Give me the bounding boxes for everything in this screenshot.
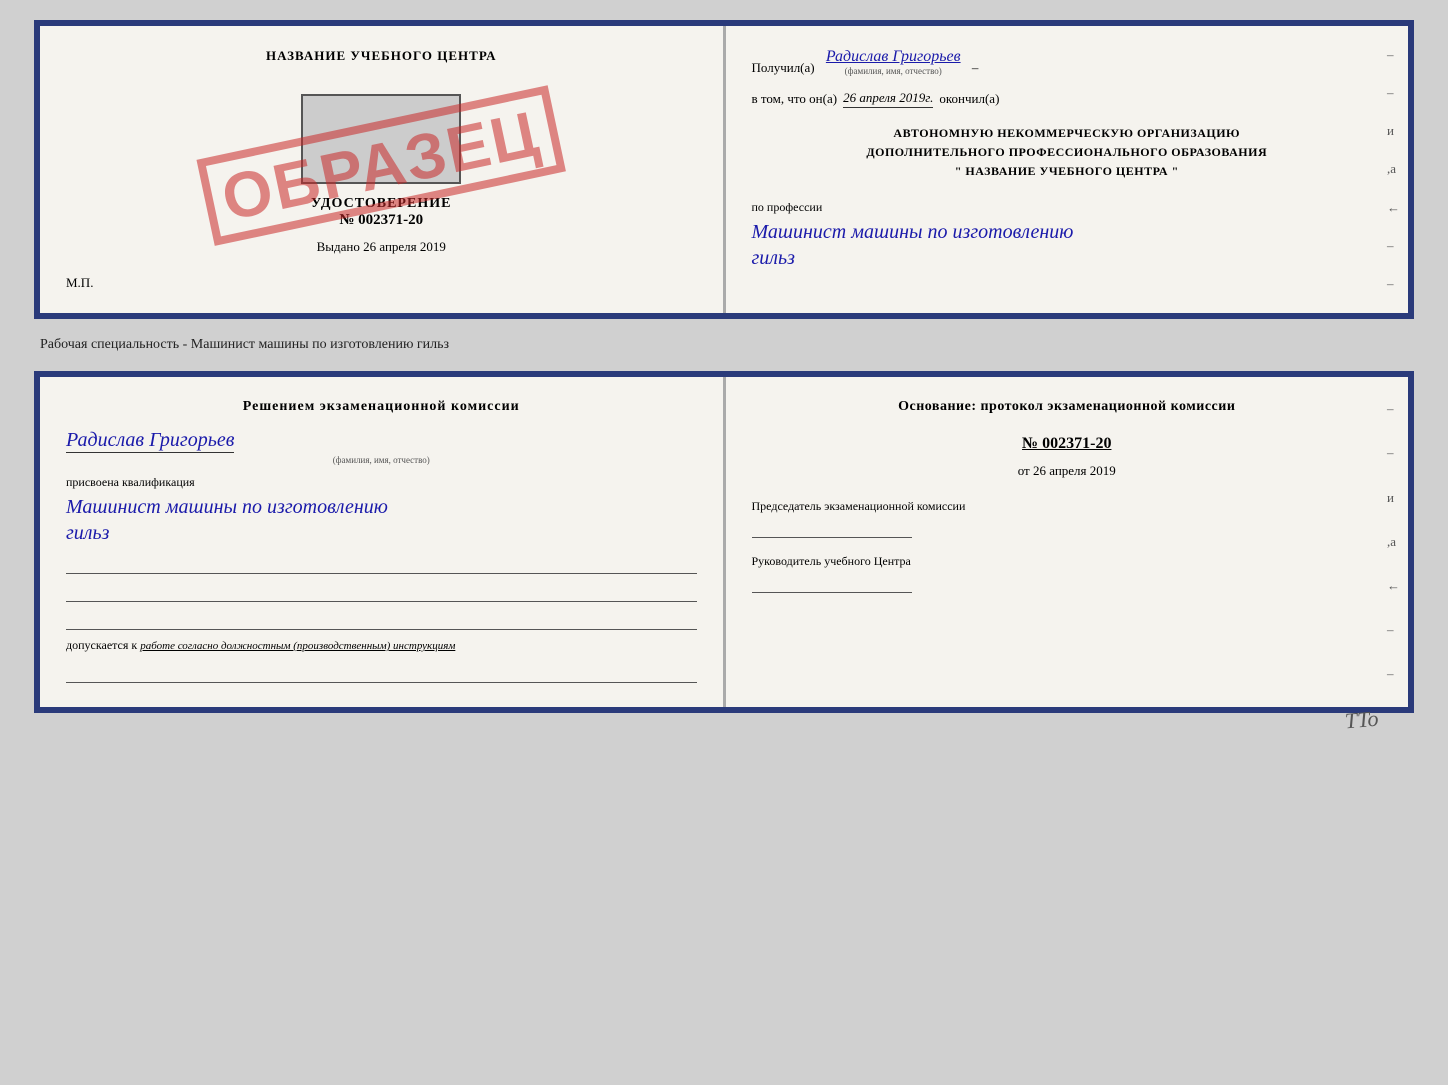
poluchil-name: Радислав Григорьев	[826, 48, 961, 66]
side-dash-r5: ←	[1387, 573, 1400, 599]
poluchil-prefix: Получил(а)	[752, 60, 815, 76]
mp-label: М.П.	[66, 275, 697, 291]
dopuskaetsya-text: работе согласно должностным (производств…	[140, 640, 455, 652]
profession-line2: гильз	[752, 247, 795, 269]
qual-line2: гильз	[66, 522, 109, 544]
poluchil-row: Получил(а) Радислав Григорьев (фамилия, …	[752, 48, 1383, 76]
side-dash-1: –	[1387, 42, 1400, 68]
card2-left: Решением экзаменационной комиссии Радисл…	[40, 377, 726, 707]
osnovanie-title: Основание: протокол экзаменационной коми…	[752, 399, 1383, 415]
qualification-name: Машинист машины по изготовлению гильз	[66, 494, 697, 546]
dash1: –	[972, 60, 979, 76]
underline-4	[66, 663, 697, 683]
name-block: Радислав Григорьев (фамилия, имя, отчест…	[66, 429, 697, 465]
card1-right: Получил(а) Радислав Григорьев (фамилия, …	[726, 26, 1409, 313]
certificate-card-2: Решением экзаменационной комиссии Радисл…	[34, 371, 1414, 713]
vtom-suffix: окончил(а)	[939, 91, 999, 107]
predsedatel-signature-line	[752, 520, 912, 538]
side-dash-2: –	[1387, 80, 1400, 106]
org-quote-close: "	[1172, 164, 1179, 178]
card2-right: Основание: протокол экзаменационной коми…	[726, 377, 1409, 707]
predsedatel-block: Председатель экзаменационной комиссии	[752, 497, 1383, 538]
fio-hint-1: (фамилия, имя, отчество)	[845, 66, 942, 76]
qual-line1: Машинист машины по изготовлению	[66, 496, 388, 518]
side-dash-3: и	[1387, 118, 1400, 144]
vydano-label: Выдано	[317, 239, 360, 254]
side-dash-6: –	[1387, 233, 1400, 259]
side-dash-r1: –	[1387, 396, 1400, 422]
side-dash-5: ←	[1387, 195, 1400, 221]
underline-2	[66, 582, 697, 602]
protocol-number: № 002371-20	[752, 435, 1383, 453]
vtom-date: 26 апреля 2019г.	[843, 90, 933, 108]
certificate-photo-box	[301, 94, 461, 184]
side-dash-r3: и	[1387, 485, 1400, 511]
tto-mark: TTo	[1343, 706, 1379, 735]
separator-text: Рабочая специальность - Машинист машины …	[20, 337, 449, 353]
org-block: АВТОНОМНУЮ НЕКОММЕРЧЕСКУЮ ОРГАНИЗАЦИЮ ДО…	[752, 124, 1383, 182]
side-dash-7: –	[1387, 271, 1400, 297]
profession-name: Машинист машины по изготовлению гильз	[752, 219, 1383, 271]
org-name-row: " НАЗВАНИЕ УЧЕБНОГО ЦЕНТРА "	[752, 162, 1383, 181]
org-name: НАЗВАНИЕ УЧЕБНОГО ЦЕНТРА	[965, 164, 1168, 178]
rukovoditel-signature-line	[752, 575, 912, 593]
resheniem-title: Решением экзаменационной комиссии	[66, 399, 697, 415]
dopuskaetsya-row: допускается к работе согласно должностны…	[66, 638, 697, 655]
cert-number: № 002371-20	[66, 212, 697, 229]
side-dash-r4: ,а	[1387, 529, 1400, 555]
underline-1	[66, 554, 697, 574]
ot-date: 26 апреля 2019	[1033, 463, 1116, 478]
vydano-row: Выдано 26 апреля 2019	[66, 239, 697, 255]
org-line2: ДОПОЛНИТЕЛЬНОГО ПРОФЕССИОНАЛЬНОГО ОБРАЗО…	[752, 143, 1383, 162]
side-dash-r6: –	[1387, 617, 1400, 643]
fio-hint-2: (фамилия, имя, отчество)	[66, 455, 697, 465]
side-dash-4: ,а	[1387, 156, 1400, 182]
side-decorations-2: – – и ,а ← – –	[1387, 377, 1400, 707]
vtom-row: в том, что он(а) 26 апреля 2019г. окончи…	[752, 90, 1383, 108]
applicant-name: Радислав Григорьев	[66, 429, 234, 453]
prisvoyena-label: присвоена квалификация	[66, 475, 697, 490]
certificate-card-1: НАЗВАНИЕ УЧЕБНОГО ЦЕНТРА УДОСТОВЕРЕНИЕ №…	[34, 20, 1414, 319]
side-decorations-1: – – и ,а ← – –	[1387, 26, 1400, 313]
vtom-prefix: в том, что он(а)	[752, 91, 838, 107]
cert-label: УДОСТОВЕРЕНИЕ	[66, 196, 697, 212]
org-quote-open: "	[955, 164, 962, 178]
side-dash-r7: –	[1387, 661, 1400, 687]
vydano-date: 26 апреля 2019	[363, 239, 446, 254]
dopuskaetsya-prefix: допускается к	[66, 638, 137, 652]
profession-line1: Машинист машины по изготовлению	[752, 221, 1074, 243]
rukovoditel-block: Руководитель учебного Центра	[752, 552, 1383, 593]
side-dash-r2: –	[1387, 440, 1400, 466]
rukovoditel-label: Руководитель учебного Центра	[752, 554, 911, 568]
po-professii: по профессии	[752, 200, 1383, 215]
card1-left: НАЗВАНИЕ УЧЕБНОГО ЦЕНТРА УДОСТОВЕРЕНИЕ №…	[40, 26, 726, 313]
underline-3	[66, 610, 697, 630]
org-line1: АВТОНОМНУЮ НЕКОММЕРЧЕСКУЮ ОРГАНИЗАЦИЮ	[752, 124, 1383, 143]
card1-title: НАЗВАНИЕ УЧЕБНОГО ЦЕНТРА	[66, 48, 697, 64]
ot-date-row: от 26 апреля 2019	[752, 463, 1383, 479]
ot-label: от	[1018, 463, 1030, 478]
predsedatel-label: Председатель экзаменационной комиссии	[752, 499, 966, 513]
